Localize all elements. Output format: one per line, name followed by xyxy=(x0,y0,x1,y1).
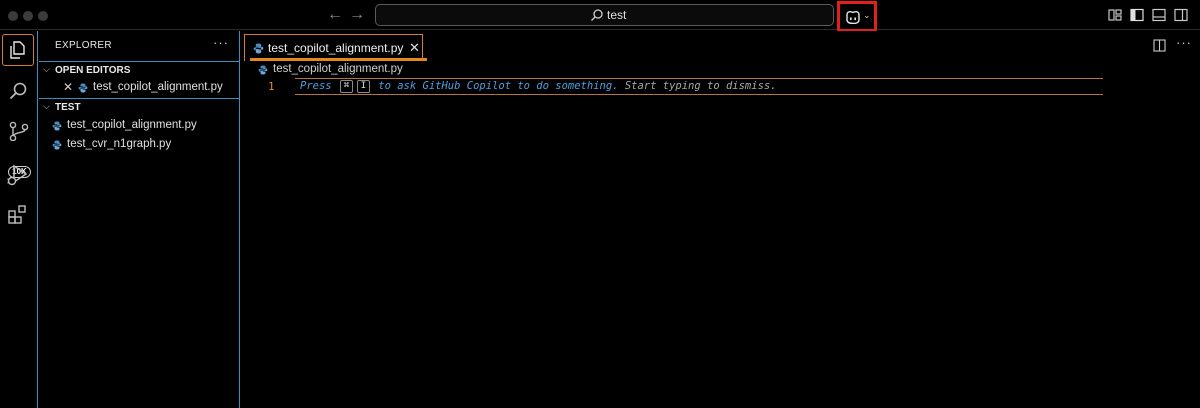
search-icon xyxy=(591,9,603,21)
hint-ask: to ask GitHub Copilot to do something. xyxy=(378,80,619,92)
folder-label: TEST xyxy=(55,102,81,113)
python-file-icon xyxy=(52,121,62,131)
extensions-icon xyxy=(8,205,26,224)
open-editor-item[interactable]: ✕ test_copilot_alignment.py xyxy=(39,78,240,97)
run-debug-button[interactable] xyxy=(0,156,38,194)
copilot-menu-button[interactable]: ⌄ xyxy=(837,1,877,32)
tab-label: test_copilot_alignment.py xyxy=(268,41,404,55)
file-name: test_copilot_alignment.py xyxy=(67,119,197,131)
explorer-icon xyxy=(10,41,25,59)
run-debug-icon xyxy=(7,164,28,186)
source-control-button[interactable] xyxy=(0,115,38,153)
breadcrumb-file: test_copilot_alignment.py xyxy=(273,63,403,75)
python-file-icon xyxy=(253,43,264,54)
open-editors-section[interactable]: ⌵ OPEN EDITORS xyxy=(39,61,240,79)
forward-arrow-icon[interactable]: → xyxy=(349,5,365,25)
i-key: I xyxy=(356,80,370,93)
breadcrumb[interactable]: test_copilot_alignment.py xyxy=(241,61,1200,78)
close-icon[interactable]: ✕ xyxy=(63,78,73,97)
source-control-icon xyxy=(9,121,29,141)
extensions-button[interactable] xyxy=(0,197,38,235)
search-icon xyxy=(9,82,27,100)
copilot-inline-hint[interactable]: Press ⌘ I to ask GitHub Copilot to do som… xyxy=(300,80,777,93)
file-name: test_copilot_alignment.py xyxy=(93,81,223,93)
close-icon[interactable]: ✕ xyxy=(409,40,420,56)
explorer-button[interactable] xyxy=(2,34,34,66)
sidebar-title: EXPLORER xyxy=(55,40,112,51)
python-file-icon xyxy=(52,140,62,150)
editor-tabs: test_copilot_alignment.py ✕ ··· xyxy=(241,31,1200,61)
back-arrow-icon[interactable]: ← xyxy=(327,5,343,25)
folder-section[interactable]: ⌵ TEST xyxy=(39,98,240,116)
tab-test-copilot-alignment[interactable]: test_copilot_alignment.py ✕ xyxy=(244,34,423,61)
zoom-window-button[interactable] xyxy=(38,11,48,21)
toggle-secondary-sidebar-icon[interactable] xyxy=(1174,8,1188,22)
split-editor-icon[interactable] xyxy=(1153,39,1166,52)
close-window-button[interactable] xyxy=(8,11,18,21)
file-item[interactable]: test_cvr_n1graph.py xyxy=(39,135,240,154)
hint-press: Press xyxy=(300,80,332,92)
search-text: test xyxy=(607,8,627,22)
chevron-down-icon: ⌵ xyxy=(43,101,50,111)
open-editors-label: OPEN EDITORS xyxy=(55,65,131,76)
hint-dismiss: Start typing to dismiss. xyxy=(624,80,777,92)
cmd-key: ⌘ xyxy=(339,80,353,93)
python-file-icon xyxy=(78,83,88,93)
file-name: test_cvr_n1graph.py xyxy=(67,138,172,150)
customize-layout-icon[interactable] xyxy=(1108,8,1122,22)
chevron-down-icon: ⌵ xyxy=(43,64,50,74)
command-center-search[interactable]: test xyxy=(375,4,834,26)
more-actions-icon[interactable]: ··· xyxy=(1176,35,1192,50)
toggle-primary-sidebar-icon[interactable] xyxy=(1130,8,1144,22)
minimize-window-button[interactable] xyxy=(23,11,33,21)
search-view-button[interactable] xyxy=(0,73,38,111)
title-bar: ← → test ⌄ xyxy=(0,0,1200,32)
line-number: 1 xyxy=(268,80,275,93)
python-file-icon xyxy=(258,65,268,75)
toggle-panel-icon[interactable] xyxy=(1152,8,1166,22)
chevron-down-icon: ⌄ xyxy=(863,10,871,20)
copilot-icon xyxy=(846,11,860,24)
more-actions-icon[interactable]: ··· xyxy=(213,35,229,50)
activity-bar: 10K xyxy=(0,31,38,408)
explorer-sidebar: EXPLORER ··· ⌵ OPEN EDITORS ✕ test_copil… xyxy=(39,31,240,408)
file-item[interactable]: test_copilot_alignment.py xyxy=(39,116,240,135)
